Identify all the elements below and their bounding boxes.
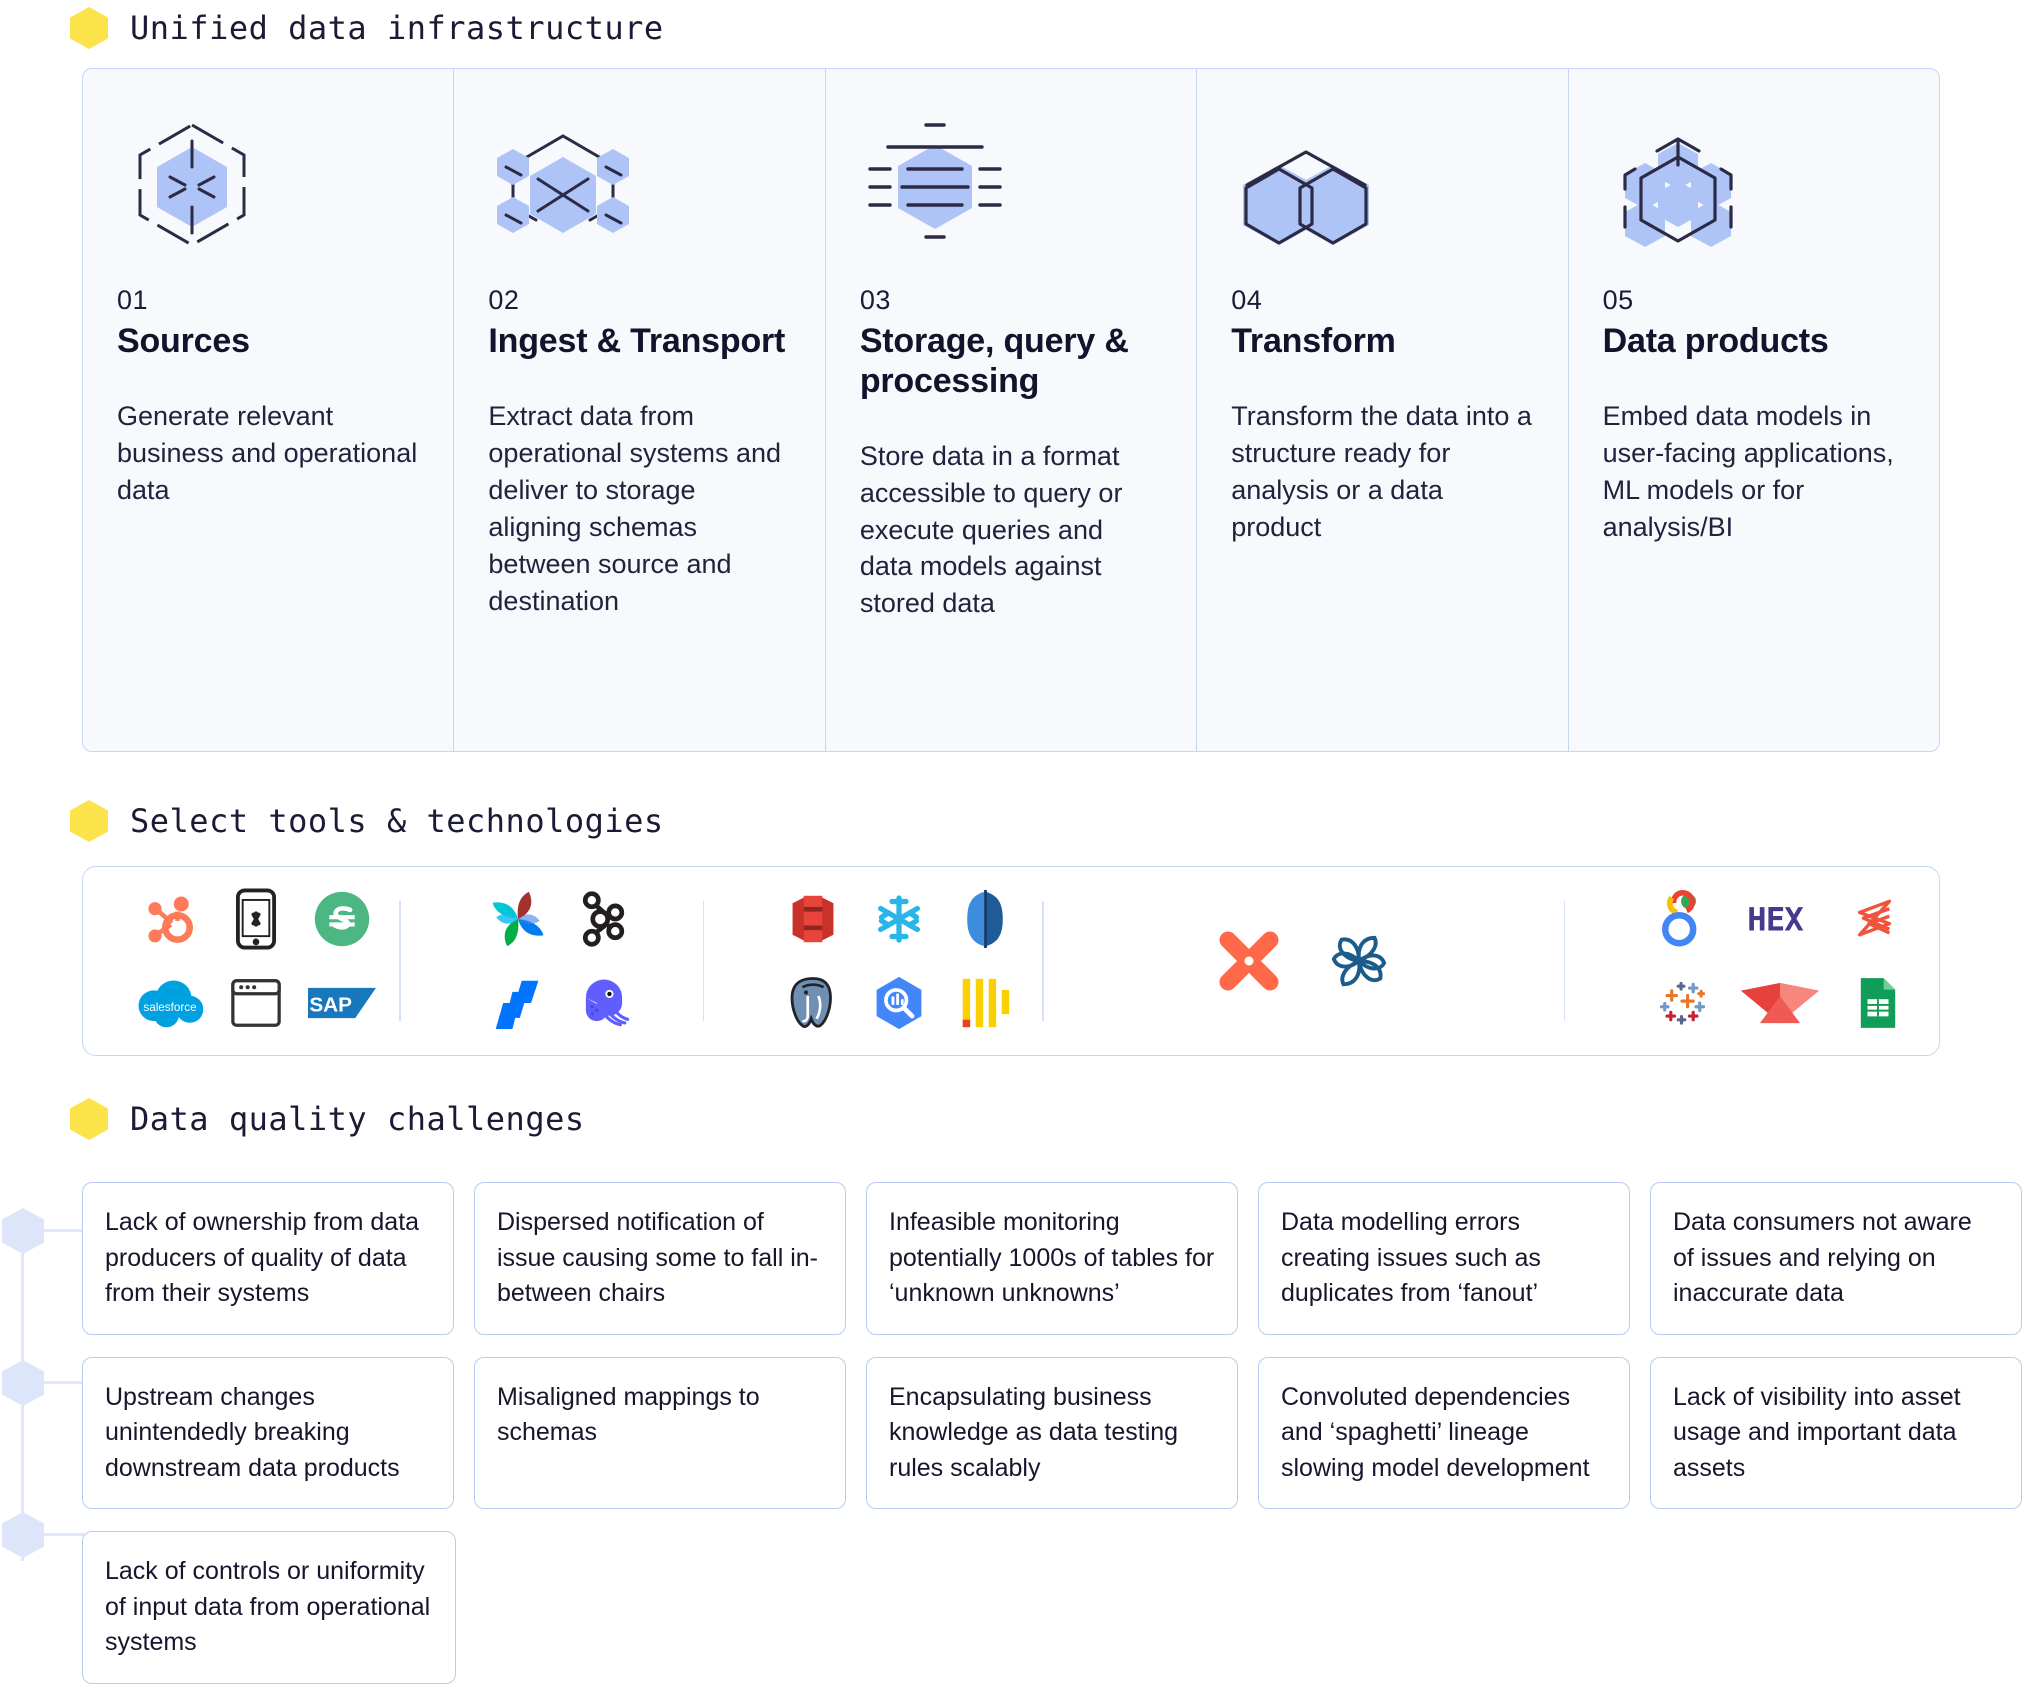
section-title-infrastructure: Unified data infrastructure [130,9,664,47]
infrastructure-stage-02: 02 Ingest & Transport Extract data from … [454,69,826,751]
challenge-card-empty [476,1531,848,1684]
challenge-card: Encapsulating business knowledge as data… [866,1356,1238,1509]
stage-description: Transform the data into a structure read… [1231,400,1532,542]
apache-spark-logo[interactable] [1304,925,1414,997]
hexagon-spokes-icon [117,111,419,259]
dbt-logo[interactable] [1194,925,1304,997]
tools-row [127,883,385,955]
infographic-page: Unified data infrastructure 01 Sources G… [0,0,2022,1684]
section-header-challenges: Data quality challenges [70,1098,585,1140]
tools-row [475,883,647,955]
amazon-s3-logo[interactable] [770,883,856,955]
challenges-row: Upstream changes unintendedly breaking d… [0,1356,2022,1509]
hexagon-bullet-icon [70,800,108,842]
hexagon-bullet-icon [70,7,108,49]
looker-logo[interactable] [1639,883,1725,955]
svg-text:HEX: HEX [1747,900,1804,938]
stage-number: 01 [117,285,149,315]
challenge-card: Lack of ownership from data producers of… [82,1182,454,1335]
stage-number: 05 [1602,285,1634,315]
challenge-card-empty [1259,1531,1631,1684]
section-header-tools: Select tools & technologies [70,800,664,842]
challenge-card: Lack of controls or uniformity of input … [82,1531,456,1684]
section-title-tools: Select tools & technologies [130,802,664,840]
stage-number: 03 [859,285,891,315]
hexagon-bullet-icon [70,1098,108,1140]
infrastructure-band: 01 Sources Generate relevant business an… [82,68,1940,752]
mobile-app-logo[interactable] [213,883,299,955]
challenges-grid: Lack of ownership from data producers of… [0,1182,2022,1706]
stage-description: Store data in a format accessible to que… [859,440,1123,619]
hexagon-lines-icon [860,111,1162,259]
challenge-card: Upstream changes unintendedly breaking d… [82,1356,454,1509]
challenge-card: Data consumers not aware of issues and r… [1650,1182,2022,1335]
svg-text:salesforce: salesforce [143,1001,196,1014]
stage-caption: Ingest & Transport [488,322,786,360]
section-header-infrastructure: Unified data infrastructure [70,0,664,56]
tools-band: salesforce SAP HEX [82,866,1940,1056]
clickhouse-logo[interactable] [942,967,1028,1039]
snowflake-logo[interactable] [856,883,942,955]
hexagon-cluster-icon [1603,111,1905,259]
fivetran-logo[interactable] [475,967,561,1039]
tools-group-data-products: HEX [1565,867,1951,1055]
infrastructure-stage-05: 05 Data products Embed data models in us… [1569,69,1939,751]
airbyte-logo[interactable] [561,967,647,1039]
challenge-card: Infeasible monitoring potentially 1000s … [866,1182,1238,1335]
databricks-logo[interactable] [1825,883,1911,955]
tools-row: salesforce SAP [127,967,385,1039]
double-hexagon-icon [1231,111,1533,259]
sap-logo[interactable]: SAP [299,967,385,1039]
stage-caption: Data products [1602,322,1829,360]
tableau-logo[interactable] [1639,967,1725,1039]
postgresql-logo[interactable] [770,967,856,1039]
stage-caption: Transform [1231,322,1396,360]
challenge-card: Lack of visibility into asset usage and … [1650,1356,2022,1509]
apache-airflow-logo[interactable] [475,883,561,955]
stage-description: Embed data models in user-facing applica… [1602,400,1894,542]
stage-number: 02 [488,285,520,315]
preset-logo[interactable] [1725,967,1835,1039]
apache-kafka-logo[interactable] [561,883,647,955]
tools-row [475,967,647,1039]
hubspot-logo[interactable] [127,883,213,955]
stripe-logo[interactable] [299,883,385,955]
stage-caption: Storage, query & processing [859,322,1129,400]
challenge-card: Convoluted dependencies and ‘spaghetti’ … [1258,1356,1630,1509]
google-sheets-logo[interactable] [1835,967,1921,1039]
stage-description: Extract data from operational systems an… [488,400,782,616]
tools-group-storage-query-processing [704,867,1042,1055]
tools-row [1194,925,1414,997]
hex-logo[interactable]: HEX [1725,883,1825,955]
challenge-card: Data modelling errors creating issues su… [1258,1182,1630,1335]
amazon-redshift-logo[interactable] [942,883,1028,955]
tools-row: HEX [1639,883,1921,955]
tools-row [1639,967,1921,1039]
infrastructure-stage-03: 03 Storage, query & processing Store dat… [826,69,1198,751]
challenges-row: Lack of ownership from data producers of… [0,1182,2022,1335]
tools-row [770,883,1028,955]
salesforce-logo[interactable]: salesforce [127,967,213,1039]
web-app-logo[interactable] [213,967,299,1039]
hexagon-crossed-nodes-icon [488,111,790,259]
challenge-card-empty [867,1531,1239,1684]
infrastructure-stage-04: 04 Transform Transform the data into a s… [1197,69,1569,751]
challenge-card: Misaligned mappings to schemas [474,1356,846,1509]
section-title-challenges: Data quality challenges [130,1100,585,1138]
bigquery-logo[interactable] [856,967,942,1039]
tools-group-transform [1044,867,1564,1055]
challenge-card-empty [1650,1531,2022,1684]
tools-group-sources: salesforce SAP [83,867,399,1055]
svg-text:SAP: SAP [309,994,352,1017]
tools-row [770,967,1028,1039]
stage-description: Generate relevant business and operation… [117,400,418,505]
challenges-row: Lack of controls or uniformity of input … [0,1531,2022,1684]
challenge-card: Dispersed notification of issue causing … [474,1182,846,1335]
tools-group-ingest-transport [401,867,703,1055]
infrastructure-stage-01: 01 Sources Generate relevant business an… [83,69,455,751]
stage-number: 04 [1231,285,1263,315]
stage-caption: Sources [117,322,250,360]
